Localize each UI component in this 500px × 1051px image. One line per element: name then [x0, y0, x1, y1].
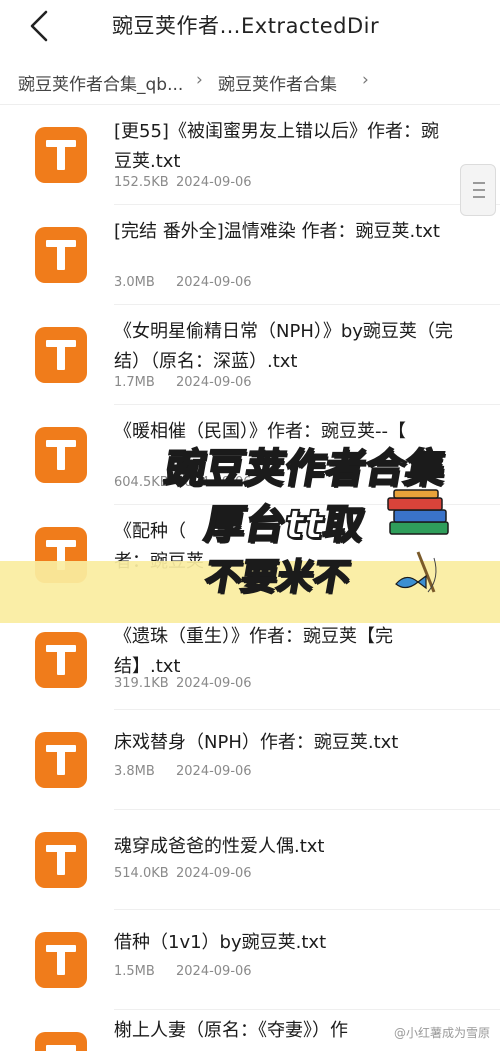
file-row[interactable]: 床戏替身（NPH）作者：豌豆荚.txt 3.8MB 2024-09-06: [0, 710, 500, 810]
file-size: 3.0MB: [114, 275, 155, 290]
scroll-handle-line: [473, 189, 485, 191]
file-row[interactable]: 借种（1v1）by豌豆荚.txt 1.5MB 2024-09-06: [0, 910, 500, 1010]
file-date: 2024-09-06: [176, 764, 252, 779]
file-meta: 1.5MB 2024-09-06: [114, 964, 252, 979]
file-date: 2024-09-06: [176, 676, 252, 691]
file-name: [完结 番外全]温情难染 作者：豌豆荚.txt: [114, 221, 440, 242]
file-meta: 152.5KB 2024-09-06: [114, 175, 252, 190]
file-row[interactable]: [完结 番外全]温情难染 作者：豌豆荚.txt 3.0MB 2024-09-06: [0, 205, 500, 305]
file-row[interactable]: 《遗珠（重生）》作者：豌豆荚【完结】.txt 319.1KB 2024-09-06: [0, 610, 500, 710]
file-meta: 1.7MB 2024-09-06: [114, 375, 252, 390]
txt-file-icon: [35, 1032, 87, 1051]
file-name: [更55]《被闺蜜男友上错以后》作者：豌豆荚.txt: [114, 121, 439, 172]
txt-file-icon: [35, 932, 87, 988]
back-button[interactable]: [22, 6, 62, 46]
file-row[interactable]: 魂穿成爸爸的性爱人偶.txt 514.0KB 2024-09-06: [0, 810, 500, 910]
file-name: 魂穿成爸爸的性爱人偶.txt: [114, 836, 325, 857]
file-name: 《遗珠（重生）》作者：豌豆荚【完结】.txt: [114, 626, 393, 677]
scroll-handle[interactable]: [460, 164, 496, 216]
overlay-title: 豌豆荚作者合集: [160, 445, 450, 493]
scroll-handle-line: [473, 196, 485, 198]
file-meta: 319.1KB 2024-09-06: [114, 676, 252, 691]
scroll-handle-icon: [473, 182, 485, 184]
breadcrumb-separator: ›: [362, 70, 369, 90]
page-title: 豌豆荚作者…ExtractedDir: [112, 14, 380, 38]
txt-file-icon: [35, 227, 87, 283]
breadcrumb-item-parent[interactable]: 豌豆荚作者合集_qb...: [18, 70, 183, 95]
overlay-subtitle: 厚台tt取: [200, 501, 368, 549]
file-row[interactable]: 《女明星偷精日常（NPH）》by豌豆荚（完结）（原名：深蓝）.txt 1.7MB…: [0, 305, 500, 405]
books-icon: [387, 489, 449, 535]
txt-file-icon: [35, 427, 87, 483]
file-name-line: 《配种（: [114, 521, 186, 542]
file-name: 《女明星偷精日常（NPH）》by豌豆荚（完结）（原名：深蓝）.txt: [114, 321, 453, 372]
overlay-note: 不要米不: [201, 556, 354, 599]
txt-file-icon: [35, 632, 87, 688]
txt-file-icon: [35, 327, 87, 383]
file-date: 2024-09-06: [176, 175, 252, 190]
file-meta: 3.8MB 2024-09-06: [114, 764, 252, 779]
txt-file-icon: [35, 732, 87, 788]
file-browser-screen: 豌豆荚作者…ExtractedDir 豌豆荚作者合集_qb... › 豌豆荚作者…: [0, 0, 500, 1051]
file-meta: 3.0MB 2024-09-06: [114, 275, 252, 290]
file-size: 3.8MB: [114, 764, 155, 779]
file-name: 床戏替身（NPH）作者：豌豆荚.txt: [114, 732, 399, 753]
breadcrumb: 豌豆荚作者合集_qb... › 豌豆荚作者合集 ›: [0, 58, 500, 102]
fish-icon: [395, 551, 437, 593]
file-size: 1.7MB: [114, 375, 155, 390]
file-date: 2024-09-06: [176, 275, 252, 290]
file-size: 152.5KB: [114, 175, 169, 190]
file-size: 1.5MB: [114, 964, 155, 979]
file-size: 319.1KB: [114, 676, 169, 691]
txt-file-icon: [35, 127, 87, 183]
txt-file-icon: [35, 832, 87, 888]
file-date: 2024-09-06: [176, 866, 252, 881]
breadcrumb-separator: ›: [196, 70, 203, 90]
file-meta: 514.0KB 2024-09-06: [114, 866, 252, 881]
file-size: 514.0KB: [114, 866, 169, 881]
file-date: 2024-09-06: [176, 375, 252, 390]
watermark: @小红薯成为雪原: [393, 1026, 490, 1040]
top-bar: 豌豆荚作者…ExtractedDir: [0, 0, 500, 52]
file-date: 2024-09-06: [176, 964, 252, 979]
file-row[interactable]: [更55]《被闺蜜男友上错以后》作者：豌豆荚.txt 152.5KB 2024-0…: [0, 105, 500, 205]
breadcrumb-item-current[interactable]: 豌豆荚作者合集: [218, 70, 337, 95]
file-name: 借种（1v1）by豌豆荚.txt: [114, 932, 327, 953]
chevron-left-icon: [30, 10, 48, 42]
